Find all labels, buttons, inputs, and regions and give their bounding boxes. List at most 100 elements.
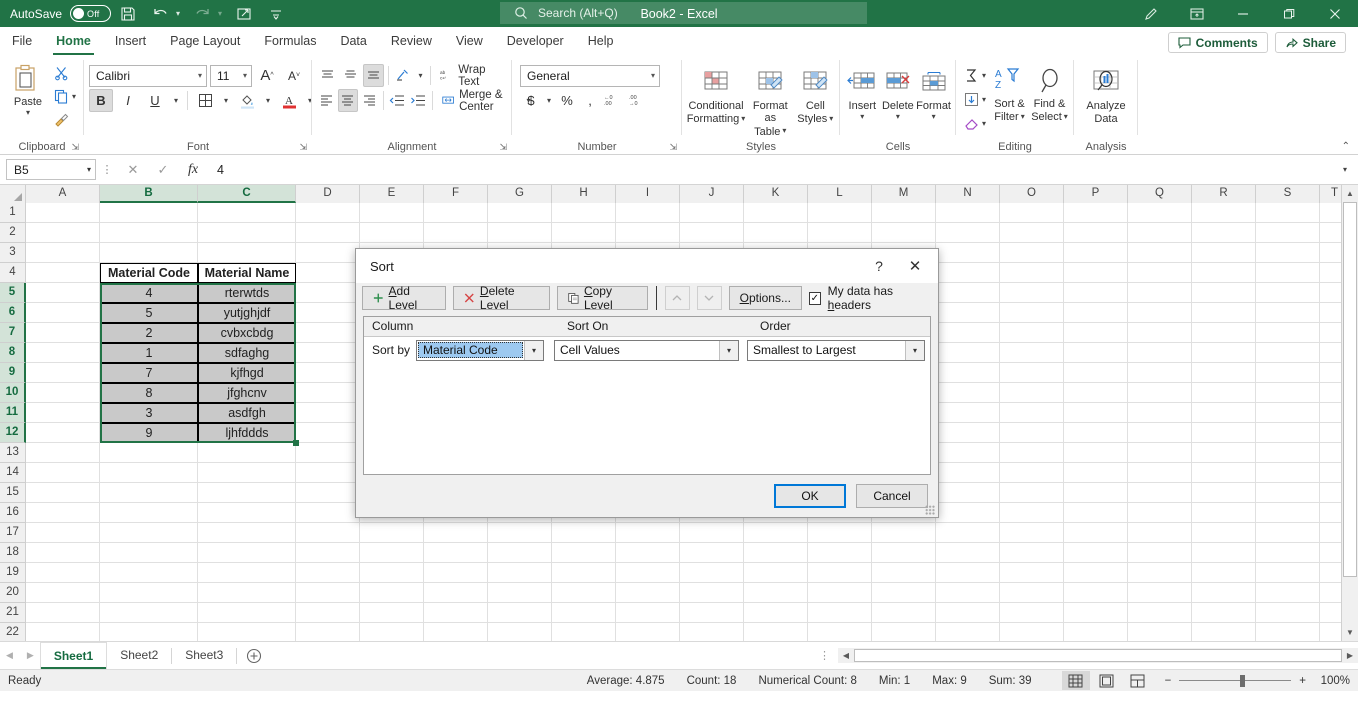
cell-R9[interactable] [1192,363,1256,383]
cell-P1[interactable] [1064,203,1128,223]
cell-O16[interactable] [1000,503,1064,523]
cell-N14[interactable] [936,463,1000,483]
cell-O3[interactable] [1000,243,1064,263]
cell-S3[interactable] [1256,243,1320,263]
cell-B18[interactable] [100,543,198,563]
align-middle-button[interactable] [340,64,361,87]
cell-M2[interactable] [872,223,936,243]
cell-A4[interactable] [26,263,100,283]
row-header-8[interactable]: 8 [0,343,26,363]
cell-D8[interactable] [296,343,360,363]
cell-R10[interactable] [1192,383,1256,403]
cell-styles-button[interactable]: Cell Styles ▾ [796,64,835,126]
wrap-text-button[interactable]: ab c↵ Wrap Text [435,64,508,88]
cell-G22[interactable] [488,623,552,641]
cell-N19[interactable] [936,563,1000,583]
tab-insert[interactable]: Insert [103,28,158,55]
cut-button[interactable] [51,62,79,84]
cell-Q1[interactable] [1128,203,1192,223]
cell-A11[interactable] [26,403,100,423]
currency-dropdown-icon[interactable]: ▾ [543,89,555,112]
autosave-toggle[interactable]: Off [70,5,112,22]
cell-R11[interactable] [1192,403,1256,423]
search-box[interactable]: Search (Alt+Q) [500,2,867,24]
cell-O15[interactable] [1000,483,1064,503]
row-header-12[interactable]: 12 [0,423,26,443]
cell-B7[interactable]: 2 [100,323,198,343]
cell-Q17[interactable] [1128,523,1192,543]
italic-button[interactable]: I [116,89,140,112]
cell-S9[interactable] [1256,363,1320,383]
cell-N10[interactable] [936,383,1000,403]
cell-C4[interactable]: Material Name [198,263,296,283]
decrease-decimal-button[interactable]: .00 →0 [627,89,651,112]
cell-A17[interactable] [26,523,100,543]
cell-H22[interactable] [552,623,616,641]
cell-K1[interactable] [744,203,808,223]
scroll-down-button[interactable]: ▼ [1342,624,1358,641]
font-dialog-launcher[interactable]: ⇲ [299,142,307,153]
cell-R22[interactable] [1192,623,1256,641]
copy-button[interactable]: ▾ [51,85,79,107]
cell-N8[interactable] [936,343,1000,363]
cell-P3[interactable] [1064,243,1128,263]
sort-on-dropdown-icon[interactable]: ▾ [719,340,738,360]
column-header-G[interactable]: G [488,185,552,203]
cell-K19[interactable] [744,563,808,583]
cell-Q10[interactable] [1128,383,1192,403]
zoom-in-button[interactable]: + [1299,675,1306,687]
scroll-thumb[interactable] [1343,202,1357,577]
cell-M21[interactable] [872,603,936,623]
cell-S14[interactable] [1256,463,1320,483]
sort-on-select[interactable]: Cell Values ▾ [554,339,739,361]
cell-F2[interactable] [424,223,488,243]
cell-S2[interactable] [1256,223,1320,243]
cell-H17[interactable] [552,523,616,543]
align-bottom-button[interactable] [362,64,384,87]
cell-Q6[interactable] [1128,303,1192,323]
cell-R16[interactable] [1192,503,1256,523]
cell-N2[interactable] [936,223,1000,243]
cell-H2[interactable] [552,223,616,243]
zoom-out-button[interactable]: − [1165,675,1172,687]
row-header-4[interactable]: 4 [0,263,26,283]
cell-A16[interactable] [26,503,100,523]
cell-Q3[interactable] [1128,243,1192,263]
alignment-dialog-launcher[interactable]: ⇲ [499,142,507,153]
cell-D22[interactable] [296,623,360,641]
cell-N20[interactable] [936,583,1000,603]
cell-R19[interactable] [1192,563,1256,583]
row-header-3[interactable]: 3 [0,243,26,263]
currency-format-button[interactable]: $ [520,89,542,112]
column-header-M[interactable]: M [872,185,936,203]
cell-C8[interactable]: sdfaghg [198,343,296,363]
tab-view[interactable]: View [444,28,495,55]
cell-N7[interactable] [936,323,1000,343]
cell-I2[interactable] [616,223,680,243]
sheet-nav-arrows[interactable]: ◀ ▶ [0,650,40,661]
cell-G21[interactable] [488,603,552,623]
customize-qat-icon[interactable] [261,2,291,26]
cell-O12[interactable] [1000,423,1064,443]
cell-S7[interactable] [1256,323,1320,343]
cell-Q13[interactable] [1128,443,1192,463]
cell-I18[interactable] [616,543,680,563]
number-format-dropdown-icon[interactable]: ▾ [651,71,655,80]
cell-P6[interactable] [1064,303,1128,323]
cell-F22[interactable] [424,623,488,641]
conditional-formatting-dropdown-icon[interactable]: ▾ [741,114,745,124]
ok-button[interactable]: OK [774,484,846,508]
orientation-dropdown-icon[interactable]: ▾ [415,64,425,87]
increase-indent-button[interactable] [409,89,428,112]
sort-by-column-select[interactable]: Material Code ▾ [416,339,544,361]
bold-button[interactable]: B [89,89,113,112]
cell-J21[interactable] [680,603,744,623]
cell-Q22[interactable] [1128,623,1192,641]
cell-D2[interactable] [296,223,360,243]
cell-O18[interactable] [1000,543,1064,563]
row-header-13[interactable]: 13 [0,443,26,463]
cell-S11[interactable] [1256,403,1320,423]
cell-B13[interactable] [100,443,198,463]
row-header-11[interactable]: 11 [0,403,26,423]
cell-O10[interactable] [1000,383,1064,403]
